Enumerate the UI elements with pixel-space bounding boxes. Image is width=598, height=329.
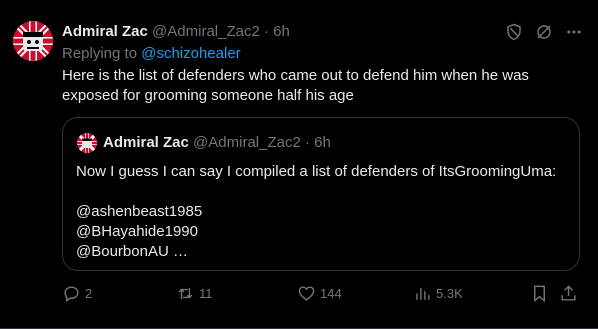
- bookmark-icon: [534, 285, 545, 303]
- repost-button[interactable]: 11: [176, 284, 213, 303]
- tweet-header: Admiral Zac @Admiral_Zac2 · 6h: [62, 22, 290, 42]
- shield-icon[interactable]: [504, 22, 524, 42]
- quote-mention: @ashenbeast1985: [76, 203, 203, 220]
- tweet-text: Here is the list of defenders who came o…: [62, 67, 529, 104]
- reply-count: 2: [85, 286, 93, 301]
- tweet[interactable]: Admiral Zac @Admiral_Zac2 · 6h Replying …: [0, 0, 598, 329]
- separator-dot: ·: [263, 23, 269, 40]
- share-button[interactable]: [559, 284, 578, 303]
- replying-mention[interactable]: @schizohealer: [141, 45, 240, 62]
- quoted-tweet[interactable]: Admiral Zac @Admiral_Zac2 · 6h Now I gue…: [62, 117, 580, 271]
- author-name[interactable]: Admiral Zac: [62, 23, 148, 40]
- avatar[interactable]: [13, 21, 53, 61]
- quote-separator-dot: ·: [304, 134, 310, 151]
- like-icon: [298, 286, 315, 301]
- replying-to: Replying to @schizohealer: [62, 44, 241, 64]
- views-icon: [416, 287, 430, 300]
- share-icon: [561, 285, 576, 301]
- slash-icon[interactable]: [534, 22, 554, 42]
- quote-mention: @BourbonAU …: [76, 243, 188, 260]
- quote-mention: @BHayahide1990: [76, 223, 198, 240]
- views-button[interactable]: 5.3K: [413, 284, 463, 303]
- quote-avatar[interactable]: [77, 133, 97, 153]
- timestamp[interactable]: 6h: [273, 23, 290, 40]
- quote-text: Now I guess I can say I compiled a list …: [76, 162, 556, 262]
- quote-line: Now I guess I can say I compiled a list …: [76, 163, 557, 180]
- tweet-actions: 2 11 144 5.3K: [62, 284, 582, 306]
- quote-author-name[interactable]: Admiral Zac: [103, 134, 189, 151]
- tweet-top-actions: [504, 22, 584, 42]
- repost-icon: [178, 287, 193, 300]
- views-count: 5.3K: [436, 286, 463, 301]
- more-icon[interactable]: [564, 22, 584, 42]
- reply-icon: [64, 286, 79, 303]
- like-count: 144: [320, 286, 342, 301]
- replying-prefix: Replying to: [62, 45, 138, 62]
- quote-author-handle[interactable]: @Admiral_Zac2: [193, 134, 301, 151]
- reply-button[interactable]: 2: [62, 284, 92, 303]
- repost-count: 11: [199, 286, 213, 301]
- like-button[interactable]: 144: [297, 284, 342, 303]
- author-handle[interactable]: @Admiral_Zac2: [152, 23, 260, 40]
- quote-header: Admiral Zac @Admiral_Zac2 · 6h: [103, 133, 331, 153]
- quote-timestamp[interactable]: 6h: [314, 134, 331, 151]
- bookmark-button[interactable]: [530, 284, 549, 303]
